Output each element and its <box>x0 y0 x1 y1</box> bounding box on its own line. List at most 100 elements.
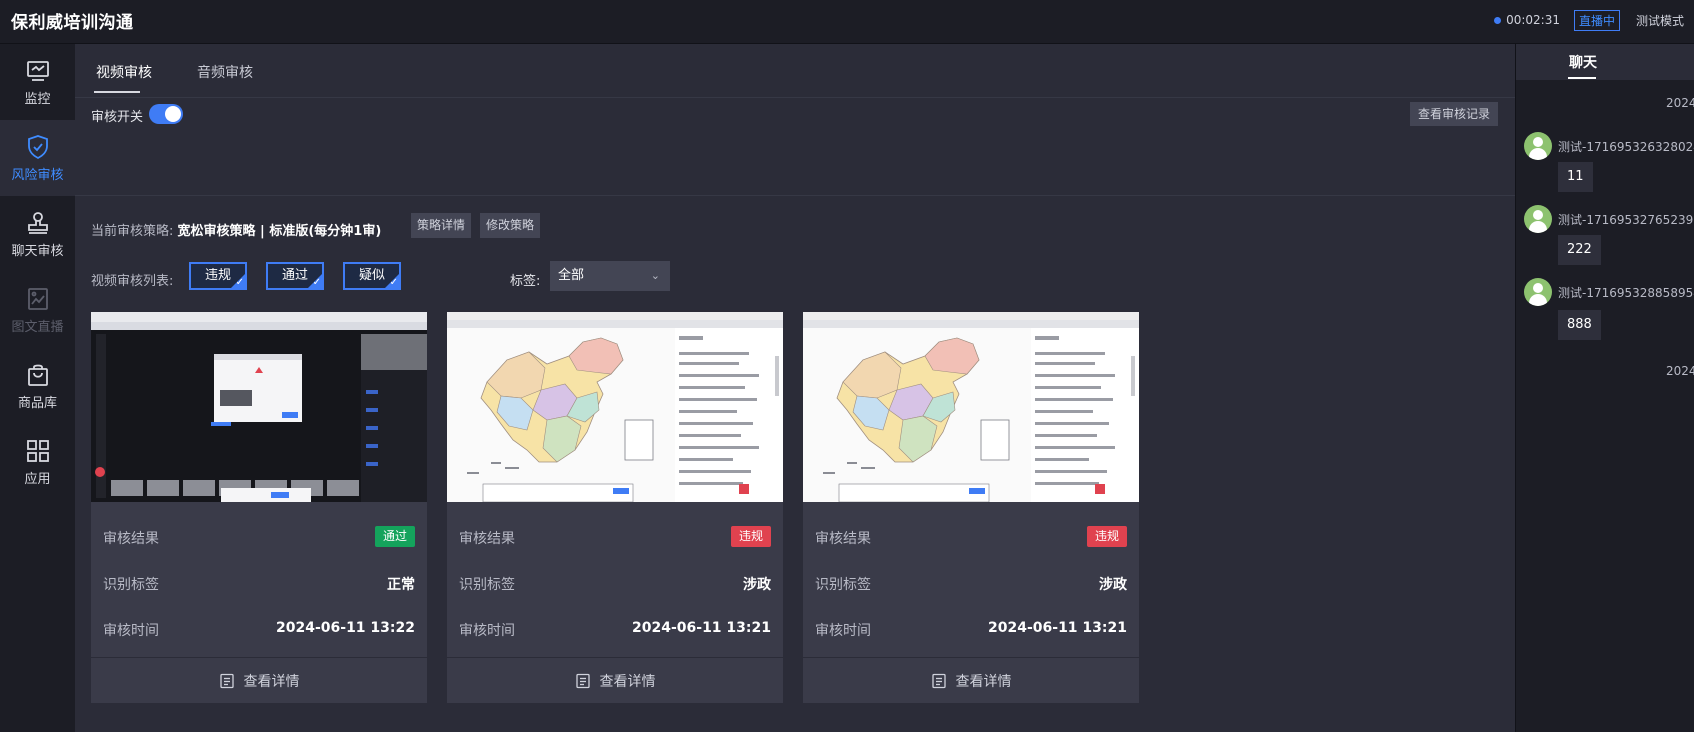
document-list-icon <box>931 673 946 688</box>
review-tag-row: 识别标签 涉政 <box>815 572 1127 594</box>
time-label: 审核时间 <box>459 623 515 639</box>
toggle-knob <box>165 106 181 122</box>
tag-filter-label: 标签: <box>510 274 541 289</box>
review-time-row: 审核时间 2024-06-11 13:21 <box>815 618 1127 640</box>
review-card: 审核结果 违规 识别标签 涉政 审核时间 2024-06-11 13:21 查看… <box>803 312 1139 703</box>
result-label: 审核结果 <box>103 531 159 547</box>
stamp-icon <box>27 211 48 234</box>
tag-value: 正常 <box>387 577 415 593</box>
tab-video-review[interactable]: 视频审核 <box>96 62 152 82</box>
view-detail-button[interactable]: 查看详情 <box>447 657 783 703</box>
tag-label: 识别标签 <box>459 577 515 593</box>
review-result-row: 审核结果 违规 <box>459 526 771 548</box>
document-list-icon <box>219 673 234 688</box>
time-label: 审核时间 <box>815 623 871 639</box>
chevron-down-icon: ⌄ <box>650 269 660 282</box>
current-strategy: 当前审核策略: 宽松审核策略 | 标准版(每分钟1审) <box>91 220 381 239</box>
time-value: 2024-06-11 13:22 <box>276 620 415 636</box>
sidebar-item-image-live[interactable]: 图文直播 <box>0 272 75 348</box>
main-panel: 视频审核 音频审核 审核开关 查看审核记录 当前审核策略: 宽松审核策略 | 标… <box>75 44 1515 732</box>
filter-violation-checkbox[interactable]: 违规 ✓ <box>189 262 247 290</box>
live-timer: 00:02:31 <box>1506 13 1560 27</box>
review-time-row: 审核时间 2024-06-11 13:22 <box>103 618 415 640</box>
view-detail-button[interactable]: 查看详情 <box>803 657 1139 703</box>
filter-pass-checkbox[interactable]: 通过 ✓ <box>266 262 324 290</box>
avatar-head <box>1533 137 1543 147</box>
top-bar: 保利威培训沟通 00:02:31 直播中 测试模式 <box>0 0 1694 44</box>
sidebar: 监控 风险审核 聊天审核 图文直播 商品库 应用 <box>0 44 75 732</box>
time-label: 审核时间 <box>103 623 159 639</box>
avatar[interactable] <box>1524 132 1552 160</box>
tab-chat[interactable]: 聊天 <box>1569 52 1597 72</box>
time-value: 2024-06-11 13:21 <box>632 620 771 636</box>
review-result-row: 审核结果 通过 <box>103 526 415 548</box>
sidebar-item-risk-review[interactable]: 风险审核 <box>0 120 75 196</box>
message-sender: 测试-1716953288589540 <box>1558 286 1694 300</box>
tag-label: 识别标签 <box>103 577 159 593</box>
tag-value: 涉政 <box>743 577 771 593</box>
avatar-head <box>1533 210 1543 220</box>
filter-label: 疑似 <box>358 268 385 283</box>
avatar-body <box>1529 221 1547 233</box>
review-switch-row <box>75 98 1515 196</box>
live-status-badge: 直播中 <box>1573 9 1620 31</box>
message-bubble[interactable]: 11 <box>1558 162 1593 192</box>
sidebar-item-chat-review[interactable]: 聊天审核 <box>0 196 75 272</box>
app-title: 保利威培训沟通 <box>11 13 134 33</box>
grid-icon <box>26 439 49 462</box>
sidebar-item-apps[interactable]: 应用 <box>0 424 75 500</box>
filter-suspect-checkbox[interactable]: 疑似 ✓ <box>343 262 401 290</box>
sidebar-item-monitor[interactable]: 监控 <box>0 44 75 120</box>
sidebar-item-label: 风险审核 <box>11 167 64 183</box>
review-time-row: 审核时间 2024-06-11 13:21 <box>459 618 771 640</box>
chat-date-divider: 2024/ <box>1666 364 1694 378</box>
filter-label: 违规 <box>204 268 231 283</box>
sidebar-item-label: 应用 <box>24 471 51 487</box>
avatar[interactable] <box>1524 278 1552 306</box>
sidebar-item-label: 监控 <box>24 91 51 107</box>
review-tag-row: 识别标签 涉政 <box>459 572 771 594</box>
check-icon: ✓ <box>312 277 321 288</box>
live-status: 00:02:31 直播中 测试模式 <box>1494 0 1694 40</box>
review-card: 审核结果 通过 识别标签 正常 审核时间 2024-06-11 13:22 查看… <box>91 312 427 703</box>
message-sender: 测试-1716953263280240 <box>1558 140 1694 154</box>
strategy-detail-button[interactable]: 策略详情 <box>411 213 471 238</box>
tag-select-value: 全部 <box>558 268 585 283</box>
avatar-head <box>1533 283 1543 293</box>
live-dot-icon <box>1494 16 1502 24</box>
review-snapshot-image[interactable] <box>803 312 1139 502</box>
message-bubble[interactable]: 222 <box>1558 235 1601 265</box>
view-detail-label: 查看详情 <box>243 673 300 690</box>
chat-header: 聊天 <box>1516 44 1694 80</box>
result-violation-badge: 违规 <box>730 526 771 547</box>
avatar-body <box>1529 148 1547 160</box>
sidebar-item-products[interactable]: 商品库 <box>0 348 75 424</box>
sidebar-item-label: 图文直播 <box>11 319 64 335</box>
review-snapshot-image[interactable] <box>91 312 427 502</box>
review-switch-toggle[interactable] <box>149 104 183 124</box>
document-list-icon <box>575 673 590 688</box>
tab-audio-review[interactable]: 音频审核 <box>197 62 253 82</box>
result-label: 审核结果 <box>459 531 515 547</box>
avatar[interactable] <box>1524 205 1552 233</box>
view-detail-button[interactable]: 查看详情 <box>91 657 427 703</box>
message-sender: 测试-1716953276523963 <box>1558 213 1694 227</box>
view-review-records-button[interactable]: 查看审核记录 <box>1410 102 1498 126</box>
test-mode-label[interactable]: 测试模式 <box>1636 12 1694 29</box>
sidebar-item-label: 聊天审核 <box>11 243 64 259</box>
view-detail-label: 查看详情 <box>955 673 1012 690</box>
review-snapshot-image[interactable] <box>447 312 783 502</box>
result-pass-badge: 通过 <box>374 526 415 547</box>
view-detail-label: 查看详情 <box>599 673 656 690</box>
sidebar-item-label: 商品库 <box>17 395 57 411</box>
chat-panel: 聊天 2024/ 测试-1716953263280240 11 测试-17169… <box>1515 44 1694 732</box>
bag-icon <box>27 364 48 386</box>
check-icon: ✓ <box>235 277 244 288</box>
message-bubble[interactable]: 888 <box>1558 310 1601 340</box>
time-value: 2024-06-11 13:21 <box>988 620 1127 636</box>
shield-check-icon <box>27 134 48 159</box>
edit-strategy-button[interactable]: 修改策略 <box>480 213 540 238</box>
tag-select[interactable]: 全部 ⌄ <box>550 261 670 291</box>
result-label: 审核结果 <box>815 531 871 547</box>
filter-label: 通过 <box>281 268 308 283</box>
